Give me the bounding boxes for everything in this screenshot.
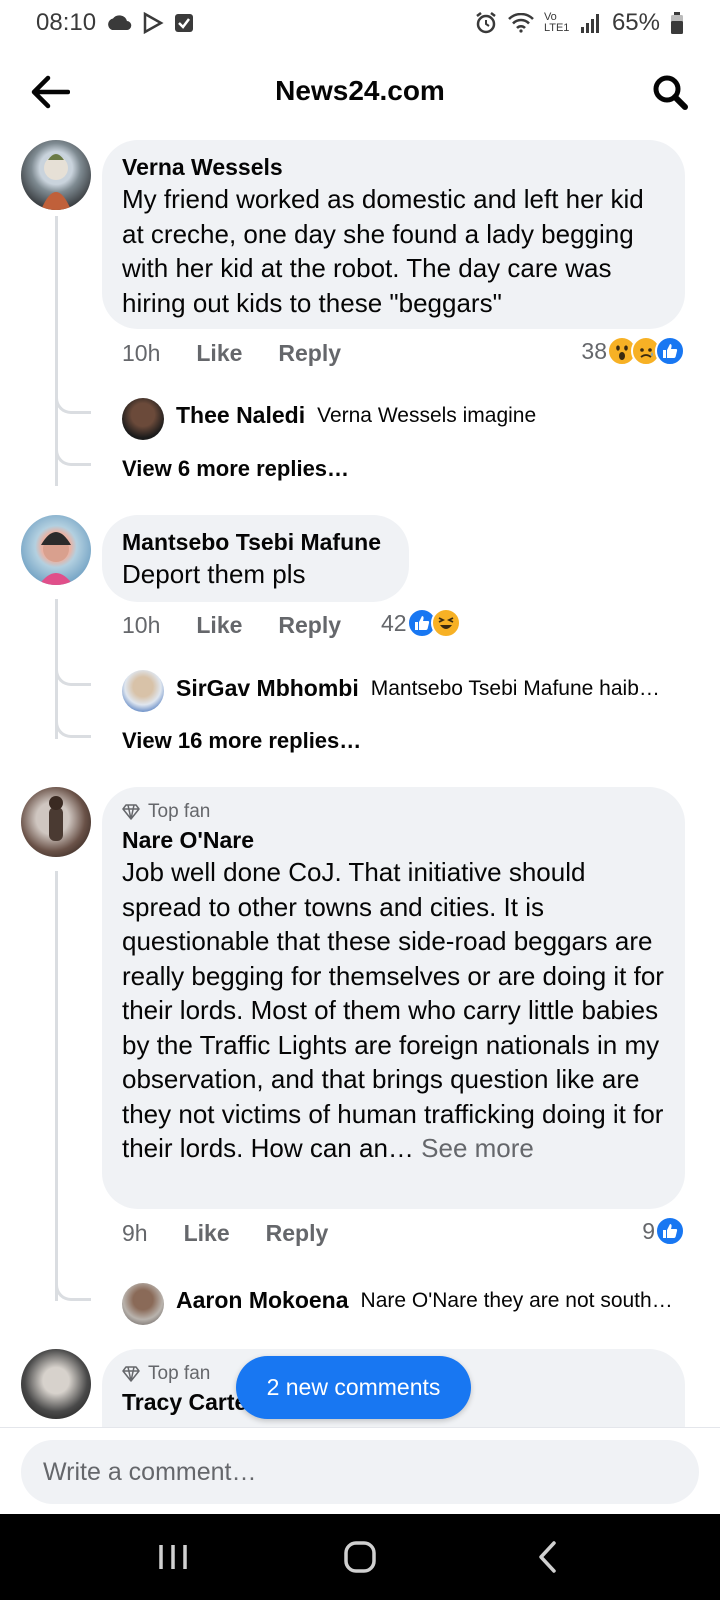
alarm-icon [474, 11, 498, 35]
comment-actions: 10h Like Reply [122, 612, 377, 639]
diamond-icon [122, 1366, 140, 1382]
reaction-count: 38 [581, 337, 607, 364]
like-reaction-icon [655, 1216, 685, 1246]
comment-time: 9h [122, 1220, 148, 1246]
recent-apps-icon [159, 1545, 188, 1569]
reply-connector [55, 666, 91, 686]
comment-time: 10h [122, 612, 161, 638]
arrow-left-icon [31, 75, 70, 109]
back-button[interactable] [28, 70, 72, 114]
view-more-replies[interactable]: View 16 more replies… [122, 728, 361, 754]
cloud-icon [106, 14, 132, 32]
signal-icon [580, 13, 602, 33]
search-button[interactable] [648, 70, 692, 114]
comment-author[interactable]: Nare O'Nare [122, 825, 665, 855]
app-header: News24.com [0, 56, 720, 126]
reply-text: Nare O'Nare they are not south… [360, 1288, 673, 1312]
new-comments-button[interactable]: 2 new comments [236, 1356, 471, 1419]
comment-text: Deport them pls [122, 559, 306, 589]
badge-label: Top fan [148, 801, 211, 822]
status-right: Vo LTE1 65% [474, 9, 684, 37]
reply-author[interactable]: SirGav Mbhombi [176, 675, 359, 702]
avatar[interactable] [122, 398, 164, 440]
reaction-count: 42 [381, 609, 407, 636]
status-left: 08:10 [36, 9, 194, 37]
play-store-icon [142, 12, 164, 34]
avatar[interactable] [122, 1283, 164, 1325]
avatar[interactable] [21, 787, 91, 857]
page-title: News24.com [275, 75, 445, 106]
badge-label: Top fan [148, 1363, 211, 1384]
comment-time: 10h [122, 340, 161, 366]
system-back-button[interactable] [507, 1527, 587, 1587]
home-button[interactable] [320, 1527, 400, 1587]
comment-author[interactable]: Mantsebo Tsebi Mafune [122, 527, 389, 557]
status-bar: 08:10 Vo LTE1 65% [0, 0, 720, 46]
network-label: Vo LTE1 [543, 11, 570, 34]
comment-bubble[interactable]: Top fan Nare O'Nare Job well done CoJ. T… [102, 787, 685, 1209]
reply-preview[interactable]: SirGav Mbhombi Mantsebo Tsebi Mafune hai… [176, 675, 660, 702]
avatar[interactable] [21, 140, 91, 210]
reply-button[interactable]: Reply [266, 1220, 329, 1247]
recent-apps-button[interactable] [133, 1527, 213, 1587]
reply-preview[interactable]: Thee Naledi Verna Wessels imagine [176, 402, 536, 429]
reply-button[interactable]: Reply [278, 340, 341, 367]
system-nav-bar [0, 1514, 720, 1600]
battery-percent: 65% [611, 9, 660, 36]
see-more-link[interactable]: See more [421, 1133, 534, 1163]
reaction-count: 9 [642, 1217, 655, 1244]
avatar[interactable] [21, 515, 91, 585]
view-more-replies[interactable]: View 6 more replies… [122, 456, 349, 482]
haha-reaction-icon [430, 608, 461, 638]
comment-bubble[interactable]: Verna Wessels My friend worked as domest… [102, 140, 685, 329]
reply-text: Mantsebo Tsebi Mafune haib… [370, 676, 660, 700]
avatar[interactable] [21, 1349, 91, 1419]
checkbox-icon [174, 13, 194, 33]
comment-composer [0, 1427, 720, 1514]
comment-text: My friend worked as domestic and left he… [122, 184, 644, 318]
reaction-summary[interactable]: 9 [642, 1216, 685, 1246]
reply-author[interactable]: Aaron Mokoena [176, 1287, 349, 1314]
like-reaction-icon [655, 336, 685, 366]
reply-text: Verna Wessels imagine [317, 403, 537, 427]
chevron-left-icon [538, 1541, 556, 1573]
reply-connector [55, 394, 91, 414]
reply-connector [55, 1281, 91, 1301]
reply-preview[interactable]: Aaron Mokoena Nare O'Nare they are not s… [176, 1287, 673, 1314]
thread-line [55, 871, 58, 1301]
like-button[interactable]: Like [196, 340, 242, 367]
comment-input[interactable] [21, 1440, 699, 1504]
comment-text-wrap: Job well done CoJ. That initiative shoul… [122, 855, 665, 1166]
reply-button[interactable]: Reply [278, 612, 341, 639]
reaction-summary[interactable]: 42 [381, 608, 461, 638]
comment-author[interactable]: Verna Wessels [122, 152, 665, 182]
comment-actions: 10h Like Reply [122, 340, 377, 367]
reply-connector [55, 446, 91, 466]
diamond-icon [122, 804, 140, 820]
wifi-icon [508, 13, 534, 33]
battery-icon [670, 12, 684, 34]
home-icon [344, 1541, 376, 1573]
comment-text: Job well done CoJ. That initiative shoul… [122, 857, 664, 1163]
reaction-summary[interactable]: 38 [581, 336, 685, 366]
search-icon [653, 75, 688, 110]
comment-bubble[interactable]: Mantsebo Tsebi Mafune Deport them pls [102, 515, 409, 602]
avatar[interactable] [122, 670, 164, 712]
like-button[interactable]: Like [184, 1220, 230, 1247]
reply-author[interactable]: Thee Naledi [176, 402, 305, 429]
comments-feed[interactable]: Verna Wessels My friend worked as domest… [0, 130, 720, 1427]
like-button[interactable]: Like [196, 612, 242, 639]
comment-actions: 9h Like Reply [122, 1220, 364, 1247]
reply-connector [55, 718, 91, 738]
status-time: 08:10 [36, 9, 97, 36]
top-fan-badge: Top fan [122, 799, 665, 825]
